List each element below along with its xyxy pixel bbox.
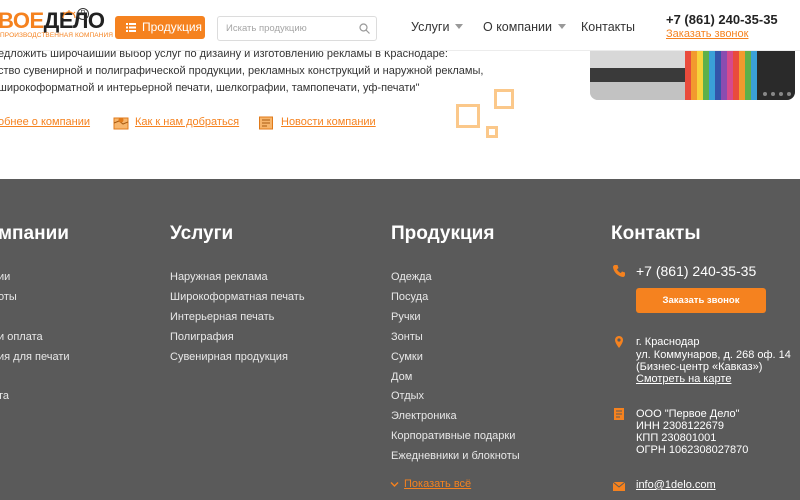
decorative-square [494,89,514,109]
location-pin-icon [615,336,623,348]
email-icon [612,481,626,491]
registered-mark: R [77,8,89,20]
footer-products-link[interactable]: Отдых [391,390,424,402]
header-callback-link[interactable]: Заказать звонок [666,28,748,40]
footer-products-link[interactable]: Ежедневники и блокноты [391,450,520,462]
footer-company-link[interactable]: та [0,390,9,402]
logo-sun-icon [62,10,76,18]
chevron-down-icon [557,24,566,30]
printing-photo [590,48,795,100]
header-phone[interactable]: +7 (861) 240-35-35 [666,12,778,27]
list-icon [126,23,136,32]
footer-services-link[interactable]: Интерьерная печать [170,311,274,323]
intro-line: широкоформатной и интерьерной печати, ше… [0,82,420,94]
printing-machine-image [590,48,795,100]
view-on-map-link[interactable]: Смотреть на карте [636,373,731,385]
footer-products-link[interactable]: Корпоративные подарки [391,430,515,442]
company-news-link[interactable]: Новости компании [281,116,376,128]
footer-products-heading: Продукция [391,223,495,244]
nav-contacts-label: Контакты [581,20,635,34]
search-box [217,16,377,41]
chevron-down-icon [455,24,464,30]
directions-link[interactable]: Как к нам добраться [135,116,239,128]
footer-products-link[interactable]: Ручки [391,311,421,323]
products-button[interactable]: Продукция [115,16,205,39]
news-icon [259,116,273,130]
footer-products-link[interactable]: Зонты [391,331,423,343]
legal-line: КПП 230801001 [636,432,717,444]
products-button-label: Продукция [142,20,203,34]
address-line: (Бизнес-центр «Кавказ») [636,361,763,373]
search-icon[interactable] [359,23,370,34]
footer-services-link[interactable]: Широкоформатная печать [170,291,305,303]
address-line: г. Краснодар [636,336,700,348]
decorative-square [456,104,480,128]
footer-services-link[interactable]: Сувенирная продукция [170,351,288,363]
nav-contacts[interactable]: Контакты [581,20,635,34]
address-line: ул. Коммунаров, д. 268 оф. 14 [636,349,791,361]
search-input[interactable] [226,21,356,35]
footer-services-link[interactable]: Наружная реклама [170,271,268,283]
decorative-square [486,126,498,138]
nav-about[interactable]: О компании [483,20,566,34]
phone-icon [613,265,625,277]
site-footer: мпании ии оты и оплата ия для печати та … [0,179,800,500]
legal-line: ИНН 2308122679 [636,420,725,432]
footer-products-link[interactable]: Дом [391,371,412,383]
about-company-link[interactable]: обнее о компании [0,116,90,128]
footer-company-link[interactable]: оты [0,291,17,303]
show-all-products-link[interactable]: Показать всё [404,478,471,490]
site-header: ВОЕДЕЛО R ПРОИЗВОДСТВЕННАЯ КОМПАНИЯ Прод… [0,0,800,51]
legal-line: ОГРН 1062308027870 [636,444,749,456]
footer-products-link[interactable]: Посуда [391,291,428,303]
nav-services-label: Услуги [411,20,450,34]
map-icon [113,117,129,130]
footer-services-heading: Услуги [170,223,234,244]
footer-company-heading: мпании [0,223,69,244]
intro-line: ство сувенирной и полиграфической продук… [0,65,484,77]
footer-contacts-heading: Контакты [611,223,701,244]
footer-products-link[interactable]: Сумки [391,351,423,363]
footer-services-link[interactable]: Полиграфия [170,331,234,343]
document-icon [614,408,624,420]
legal-line: ООО "Первое Дело" [636,408,740,420]
logo-tagline: ПРОИЗВОДСТВЕННАЯ КОМПАНИЯ [0,32,114,39]
footer-email-link[interactable]: info@1delo.com [636,479,716,491]
footer-company-link[interactable]: и оплата [0,331,43,343]
footer-products-link[interactable]: Электроника [391,410,457,422]
chevron-down-icon [390,482,399,487]
nav-services[interactable]: Услуги [411,20,464,34]
nav-about-label: О компании [483,20,552,34]
footer-phone[interactable]: +7 (861) 240-35-35 [636,263,756,279]
footer-company-link[interactable]: ия для печати [0,351,70,363]
footer-products-link[interactable]: Одежда [391,271,432,283]
footer-company-link[interactable]: ии [0,271,10,283]
callback-button[interactable]: Заказать звонок [636,288,766,313]
